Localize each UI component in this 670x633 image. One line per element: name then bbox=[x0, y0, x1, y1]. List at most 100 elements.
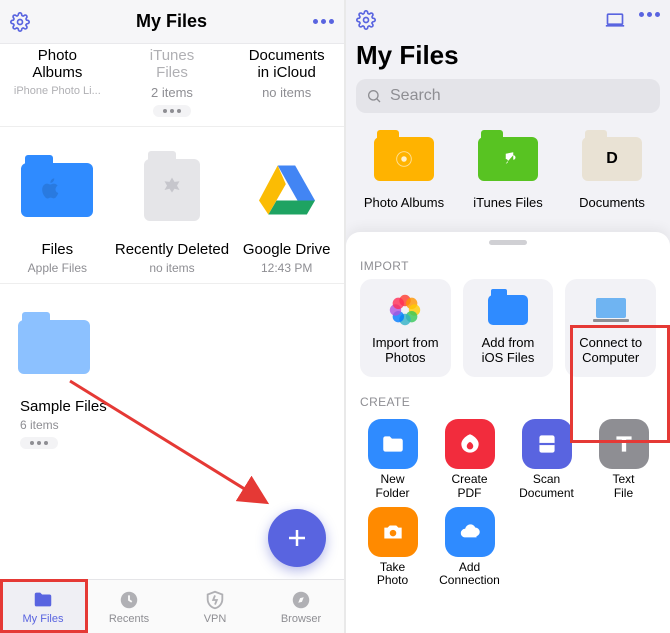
camera-icon bbox=[368, 507, 418, 557]
item-label: Recently Deleted bbox=[115, 241, 230, 258]
right-grid: Photo Albums iTunes Files D Documents bbox=[346, 123, 670, 210]
folder-icon bbox=[18, 320, 90, 374]
item-label: PhotoAlbums bbox=[0, 48, 115, 81]
add-from-ios-files[interactable]: Add fromiOS Files bbox=[463, 279, 554, 377]
create-new-folder[interactable]: NewFolder bbox=[354, 419, 431, 501]
folder-icon bbox=[374, 137, 434, 181]
section-import-title: IMPORT bbox=[346, 253, 670, 279]
item-recently-deleted[interactable]: Recently Deleted no items bbox=[115, 145, 230, 275]
tab-vpn[interactable]: VPN bbox=[172, 580, 258, 633]
left-header: My Files bbox=[0, 0, 344, 44]
create-label: ScanDocument bbox=[519, 473, 574, 501]
row-c: Sample Files 6 items bbox=[0, 284, 344, 458]
sheet-handle[interactable] bbox=[489, 240, 527, 245]
folder-icon: D bbox=[582, 137, 642, 181]
more-menu-icon[interactable] bbox=[313, 19, 334, 24]
item-subsub: iPhone Photo Li... bbox=[0, 85, 115, 97]
import-from-photos[interactable]: Import fromPhotos bbox=[360, 279, 451, 377]
row-b: Files Apple Files Recently Deleted no it… bbox=[0, 127, 344, 284]
item-more-icon[interactable] bbox=[20, 437, 58, 449]
item-sub: no items bbox=[115, 261, 230, 275]
compass-icon bbox=[290, 589, 312, 611]
laptop-icon[interactable] bbox=[605, 12, 625, 28]
create-label: NewFolder bbox=[375, 473, 409, 501]
section-create-title: CREATE bbox=[346, 389, 670, 415]
laptop-icon bbox=[591, 290, 631, 330]
import-label: Connect toComputer bbox=[579, 336, 642, 366]
cloud-icon bbox=[445, 507, 495, 557]
item-label: Documentsin iCloud bbox=[229, 48, 344, 81]
item-label: iTunes Files bbox=[460, 195, 556, 210]
right-header bbox=[346, 0, 670, 36]
item-label: iTunesFiles bbox=[115, 48, 230, 81]
create-label: TextFile bbox=[612, 473, 634, 501]
item-sub: 2 items bbox=[115, 85, 230, 100]
pdf-icon bbox=[445, 419, 495, 469]
folder-icon bbox=[488, 290, 528, 330]
item-more-icon[interactable] bbox=[153, 105, 191, 117]
item-sub: 12:43 PM bbox=[229, 261, 344, 275]
item-itunes-files[interactable]: iTunes Files bbox=[460, 127, 556, 210]
tab-label: VPN bbox=[204, 613, 227, 625]
item-label: Google Drive bbox=[229, 241, 344, 258]
tab-label: Browser bbox=[281, 613, 321, 625]
more-menu-icon[interactable] bbox=[639, 12, 660, 28]
left-body: PhotoAlbums iPhone Photo Li... iTunesFil… bbox=[0, 44, 344, 579]
folder-icon bbox=[21, 163, 93, 217]
item-label: Photo Albums bbox=[356, 195, 452, 210]
shield-icon bbox=[204, 589, 226, 611]
item-documents-icloud[interactable]: Documentsin iCloud no items bbox=[229, 48, 344, 118]
item-sub: 6 items bbox=[0, 418, 114, 432]
import-label: Import fromPhotos bbox=[372, 336, 438, 366]
item-label: Files bbox=[0, 241, 115, 258]
text-icon bbox=[599, 419, 649, 469]
clock-icon bbox=[118, 589, 140, 611]
action-sheet: IMPORT Import fromPhotos Add fromiOS Fil… bbox=[346, 232, 670, 633]
create-label: TakePhoto bbox=[377, 561, 408, 589]
item-photo-albums[interactable]: PhotoAlbums iPhone Photo Li... bbox=[0, 48, 115, 118]
search-icon bbox=[366, 88, 382, 104]
item-sample-files[interactable]: Sample Files 6 items bbox=[0, 302, 114, 450]
connect-to-computer[interactable]: Connect toComputer bbox=[565, 279, 656, 377]
tab-recents[interactable]: Recents bbox=[86, 580, 172, 633]
trash-icon bbox=[144, 159, 200, 221]
create-scan-document[interactable]: ScanDocument bbox=[508, 419, 585, 501]
import-label: Add fromiOS Files bbox=[482, 336, 535, 366]
item-label: Documents bbox=[564, 195, 660, 210]
search-input[interactable]: Search bbox=[356, 79, 660, 113]
photos-icon bbox=[385, 290, 425, 330]
create-text-file[interactable]: TextFile bbox=[585, 419, 662, 501]
create-add-connection[interactable]: AddConnection bbox=[431, 507, 508, 589]
create-take-photo[interactable]: TakePhoto bbox=[354, 507, 431, 589]
gear-icon[interactable] bbox=[10, 12, 30, 32]
item-sub: no items bbox=[229, 85, 344, 100]
create-label: CreatePDF bbox=[451, 473, 487, 501]
gear-icon[interactable] bbox=[356, 10, 376, 30]
import-row: Import fromPhotos Add fromiOS Files Conn… bbox=[346, 279, 670, 377]
scan-icon bbox=[522, 419, 572, 469]
add-button[interactable] bbox=[268, 509, 326, 567]
item-documents[interactable]: D Documents bbox=[564, 127, 660, 210]
item-photo-albums[interactable]: Photo Albums bbox=[356, 127, 452, 210]
tab-label: Recents bbox=[109, 613, 149, 625]
folder-icon bbox=[478, 137, 538, 181]
create-label: AddConnection bbox=[439, 561, 500, 589]
plus-icon bbox=[285, 526, 309, 550]
page-title: My Files bbox=[136, 11, 207, 32]
folder-icon bbox=[32, 589, 54, 611]
row-top: PhotoAlbums iPhone Photo Li... iTunesFil… bbox=[0, 44, 344, 127]
item-files[interactable]: Files Apple Files bbox=[0, 145, 115, 275]
page-title: My Files bbox=[346, 36, 670, 79]
right-pane: My Files Search Photo Albums iTunes File… bbox=[346, 0, 670, 633]
create-pdf[interactable]: CreatePDF bbox=[431, 419, 508, 501]
search-placeholder: Search bbox=[390, 87, 441, 105]
item-itunes-files[interactable]: iTunesFiles 2 items bbox=[115, 48, 230, 118]
tab-browser[interactable]: Browser bbox=[258, 580, 344, 633]
folder-icon bbox=[368, 419, 418, 469]
tab-label: My Files bbox=[23, 613, 64, 625]
item-google-drive[interactable]: Google Drive 12:43 PM bbox=[229, 145, 344, 275]
create-grid: NewFolder CreatePDF ScanDocument TextFil… bbox=[346, 415, 670, 588]
tab-my-files[interactable]: My Files bbox=[0, 580, 86, 633]
item-label: Sample Files bbox=[0, 398, 114, 415]
google-drive-icon bbox=[259, 165, 315, 215]
